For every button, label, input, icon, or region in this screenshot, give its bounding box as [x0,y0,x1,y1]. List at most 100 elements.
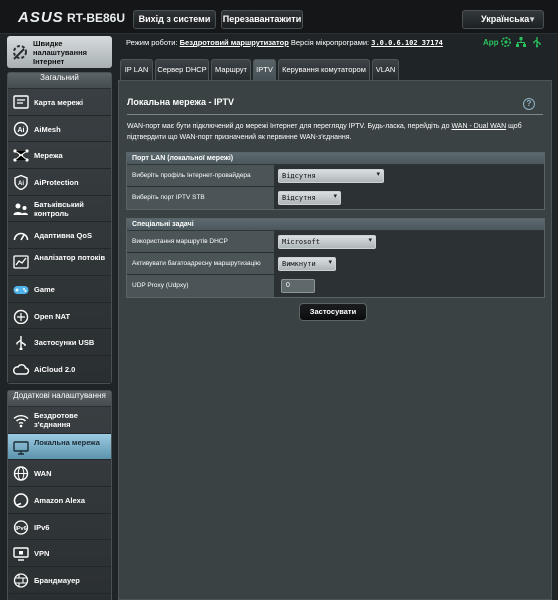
sidebar-item-shield[interactable]: Ai AiProtection [8,169,111,196]
iptv-stb-port-row: Виберіть порт IPTV STB Відсутня ▾ [127,187,544,209]
network-status-icon[interactable] [515,36,527,48]
sidebar-item-label: Карта мережі [34,98,84,107]
sidebar-item-firewall[interactable]: Брандмауер [8,567,111,594]
tab-iptv[interactable]: IPTV [253,59,276,80]
sidebar-item-parental-control[interactable]: Батьківський контроль [8,196,111,223]
isp-profile-label: Виберіть профіль Інтернет-провайдера [127,165,274,186]
title-divider [127,114,543,115]
firewall-icon [12,572,30,588]
sidebar-item-wireless[interactable]: Бездротове з'єднання [8,407,111,434]
logout-button[interactable]: Вихід з системи [133,10,216,29]
sidebar-item-alexa[interactable]: Amazon Alexa [8,487,111,514]
lan-icon [12,439,30,455]
asus-logo[interactable]: ASUS [18,9,64,26]
quick-setup-label: Швидке налаштування Інтернет [33,39,88,66]
firmware-label: Версія мікропрограми: [290,38,370,47]
sidebar-item-vpn[interactable]: VPN [8,540,111,568]
sidebar-item-network-map[interactable]: Карта мережі [8,89,111,116]
ipv6-icon: IPv6 [12,519,30,535]
sidebar-item-label: IPv6 [34,522,50,532]
chevron-down-icon: ▾ [376,171,380,178]
wizard-icon [13,45,27,60]
lan-port-table: Порт LAN (локальної мережі) Виберіть про… [126,152,545,210]
cloud-icon [12,361,30,377]
multicast-routing-label: Активувати багатоадресну маршрутизацію [127,253,274,274]
general-menu: Загальний Карта мережі Ai AiMesh Мережа Ai Ai… [7,72,112,384]
alexa-icon [12,492,30,508]
shield-icon: Ai [12,174,30,191]
isp-profile-select[interactable]: Відсутня ▾ [278,169,384,183]
sidebar-item-cloud[interactable]: AiCloud 2.0 [8,356,111,383]
isp-profile-value: Відсутня [282,172,316,180]
udp-proxy-row: UDP Proxy (Udpxy) 0 [127,275,544,297]
sidebar-item-label: VPN [34,549,50,559]
udp-proxy-input[interactable]: 0 [281,279,315,293]
tab-ip-lan[interactable]: IP LAN [120,59,153,80]
lan-port-header: Порт LAN (локальної мережі) [127,153,544,165]
sidebar-item-label: Батьківський контроль [34,199,84,218]
sidebar-item-ipv6[interactable]: IPv6 IPv6 [8,514,111,541]
sidebar-item-open-nat[interactable]: Open NAT [8,303,111,330]
advanced-menu: Додаткові налаштування Бездротове з'єдна… [7,390,112,600]
content-panel: Локальна мережа - IPTV ? WAN-порт має бу… [118,80,552,600]
top-bar: ASUS RT-BE86U Вихід з системи Перезавант… [0,0,558,34]
sidebar-item-label: AiCloud 2.0 [34,364,76,374]
dhcp-routes-row: Використання маршрутів DHCP Microsoft ▾ [127,231,544,253]
traffic-analyzer-icon [12,254,30,270]
sidebar-item-traffic-analyzer[interactable]: Аналізатор потоків [8,249,111,276]
udp-proxy-label: UDP Proxy (Udpxy) [127,275,274,297]
dhcp-routes-value: Microsoft [282,238,320,246]
sidebar-item-gamepad[interactable]: Game [8,276,111,303]
special-tasks-header: Спеціальні задачі [127,219,544,231]
sidebar-item-network[interactable]: Мережа [8,142,111,170]
dual-wan-link[interactable]: WAN - Dual WAN [451,123,506,130]
app-label[interactable]: App [483,38,499,47]
isp-profile-row: Виберіть профіль Інтернет-провайдера Від… [127,165,544,187]
operation-mode-link[interactable]: Бездротовий маршрутизатор [180,38,289,47]
sidebar-item-lan[interactable]: Локальна мережа [8,433,111,461]
multicast-routing-row: Активувати багатоадресну маршрутизацію В… [127,253,544,275]
dhcp-routes-label: Використання маршрутів DHCP [127,231,274,252]
firmware-link[interactable]: 3.0.0.6.102_37174 [371,39,443,47]
reboot-button[interactable]: Перезавантажити [221,10,303,29]
dhcp-routes-select[interactable]: Microsoft ▾ [278,235,376,249]
wireless-icon [12,412,30,428]
iptv-stb-port-select[interactable]: Відсутня ▾ [278,191,341,205]
aimesh-icon: Ai [12,121,30,137]
multicast-routing-select[interactable]: Вимкнути ▾ [278,257,336,271]
tab-vlan[interactable]: VLAN [372,59,399,80]
multicast-routing-value: Вимкнути [282,260,316,268]
iptv-stb-port-label: Виберіть порт IPTV STB [127,187,274,209]
gear-icon[interactable] [500,36,512,48]
sidebar-item-label: Мережа [34,151,63,161]
sidebar-item-aimesh[interactable]: Ai AiMesh [8,116,111,143]
general-menu-header: Загальний [8,73,111,89]
page-description: WAN-порт має бути підключений до мережі … [127,121,547,143]
sidebar-item-usb[interactable]: Застосунки USB [8,329,111,356]
tab-switch-control[interactable]: Керування комутатором [278,59,370,80]
apply-button[interactable]: Застосувати [299,303,367,321]
chevron-down-icon: ▾ [328,259,332,266]
usb-icon [12,334,30,351]
vpn-icon [12,545,30,562]
sidebar-item-label: WAN [34,469,52,479]
sidebar-item-label: Брандмауер [34,576,80,586]
sidebar-item-label: Amazon Alexa [34,496,85,506]
special-tasks-table: Спеціальні задачі Використання маршрутів… [126,218,545,298]
network-icon [12,147,30,163]
tab-route[interactable]: Маршрут [211,59,251,80]
help-icon[interactable]: ? [523,98,535,110]
gamepad-icon [12,281,30,297]
description-text-1: WAN-порт має бути підключений до мережі … [127,123,452,130]
operation-mode-label: Режим роботи: [126,38,178,47]
sidebar-item-label: Локальна мережа [34,437,100,447]
sidebar-item-globe[interactable]: WAN [8,460,111,488]
sidebar-item-label: Game [34,284,55,294]
sidebar-item-label: AiMesh [34,124,61,134]
quick-internet-setup-button[interactable]: Швидке налаштування Інтернет [7,36,112,68]
sidebar-item-qos[interactable]: Адаптивна QoS [8,222,111,250]
language-select[interactable]: Українська ▼ [462,10,544,29]
language-value: Українська [481,14,530,24]
tab-dhcp-server[interactable]: Сервер DHCP [155,59,209,80]
usb-status-icon[interactable] [531,36,543,48]
